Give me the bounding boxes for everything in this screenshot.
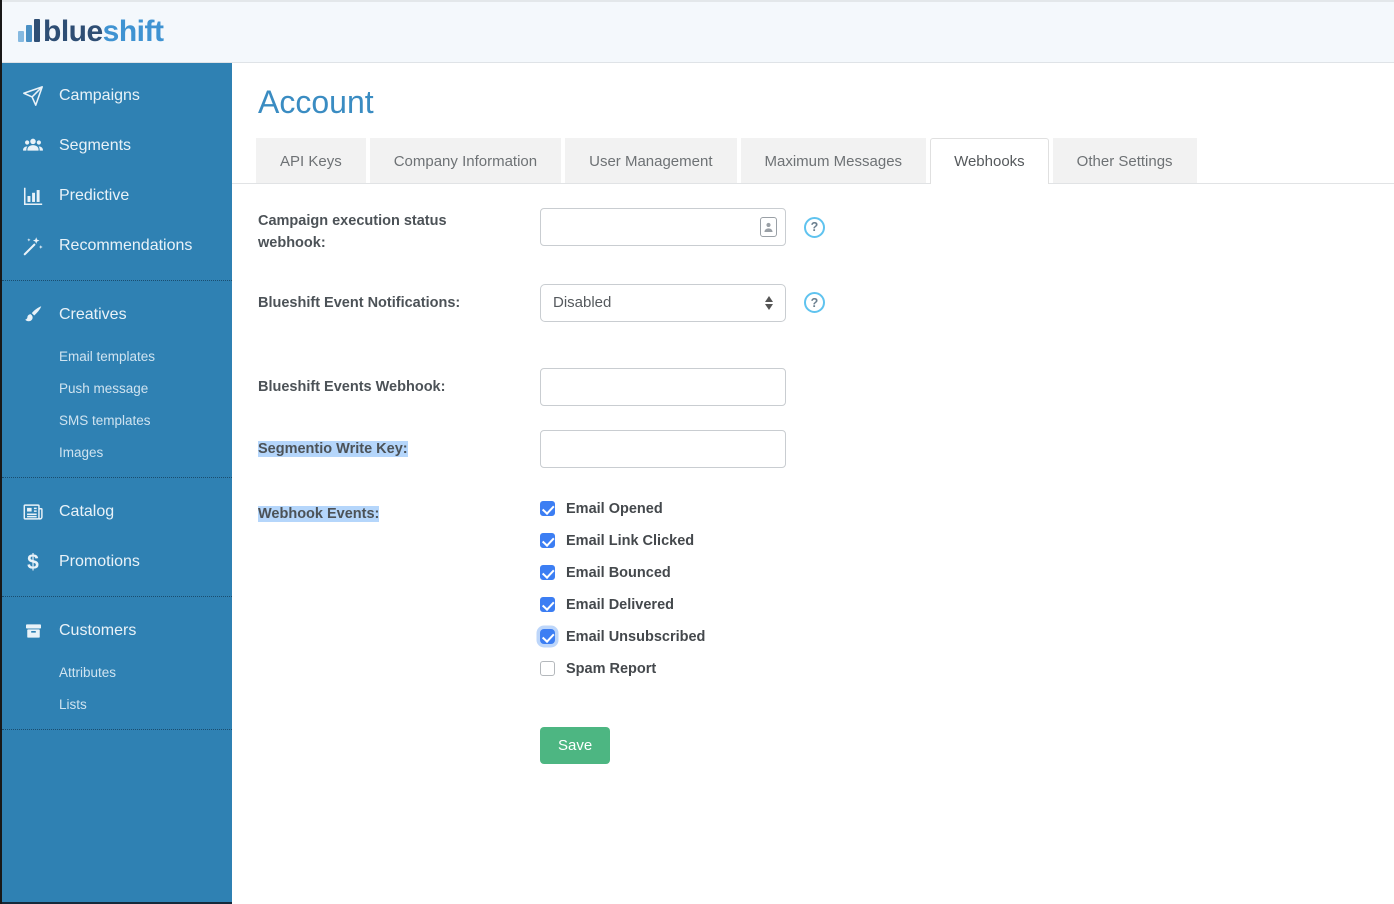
archive-box-icon [20,620,46,642]
sidebar-item-promotions[interactable]: $ Promotions [2,537,232,587]
highlighted-label: Segmentio Write Key: [258,441,408,457]
app-window: blueshift Campaigns Segments Predictive [0,0,1394,904]
sidebar-item-campaigns[interactable]: Campaigns [2,71,232,121]
sidebar-item-label: Customers [59,622,136,640]
segmentio-key-input[interactable] [540,430,786,468]
users-icon [20,135,46,157]
sidebar-item-recommendations[interactable]: Recommendations [2,221,232,271]
bar-chart-logo-icon [18,19,40,42]
checkbox-row-spam-report: Spam Report [540,661,705,677]
sidebar-item-attributes[interactable]: Attributes [2,656,232,688]
help-icon[interactable]: ? [804,217,825,238]
sidebar-item-label: Promotions [59,553,140,571]
sidebar-item-email-templates[interactable]: Email templates [2,340,232,372]
sidebar-item-predictive[interactable]: Predictive [2,171,232,221]
field-label: Campaign execution status webhook: [258,210,540,255]
field-campaign-webhook: Campaign execution status webhook: ? [258,208,1394,255]
tab-api-keys[interactable]: API Keys [256,138,366,183]
spam-report-checkbox[interactable] [540,661,555,676]
sidebar-sub-label: Push message [59,381,148,396]
checkbox-label: Email Link Clicked [566,533,694,549]
account-tabs: API Keys Company Information User Manage… [232,138,1394,184]
save-button[interactable]: Save [540,727,610,764]
paint-brush-icon [20,304,46,326]
sidebar-sub-label: SMS templates [59,413,151,428]
sidebar-divider [2,280,232,281]
logo-text-blue: blue [43,15,103,48]
sidebar-divider [2,596,232,597]
sidebar-item-customers[interactable]: Customers [2,606,232,656]
help-icon[interactable]: ? [804,292,825,313]
sidebar-item-label: Segments [59,137,131,155]
field-label: Blueshift Event Notifications: [258,292,540,314]
field-label: Webhook Events: [258,503,540,525]
email-opened-checkbox[interactable] [540,501,555,516]
sidebar-item-creatives[interactable]: Creatives [2,290,232,340]
sidebar-item-sms-templates[interactable]: SMS templates [2,404,232,436]
magic-wand-icon [20,235,46,257]
sidebar-item-push-message[interactable]: Push message [2,372,232,404]
email-link-clicked-checkbox[interactable] [540,533,555,548]
checkbox-row-email-delivered: Email Delivered [540,597,705,613]
tab-user-management[interactable]: User Management [565,138,736,183]
checkbox-label: Email Unsubscribed [566,629,705,645]
email-bounced-checkbox[interactable] [540,565,555,580]
field-webhook-events: Webhook Events: Email Opened Email Link … [258,501,1394,764]
checkbox-row-email-bounced: Email Bounced [540,565,705,581]
field-label: Segmentio Write Key: [258,438,540,460]
webhook-events-list: Email Opened Email Link Clicked Email Bo… [540,501,705,764]
logo-text-shift: shift [103,15,164,48]
campaign-webhook-input[interactable] [540,208,786,246]
email-unsubscribed-checkbox[interactable] [540,629,555,644]
sidebar-item-label: Catalog [59,503,114,521]
checkbox-label: Spam Report [566,661,656,677]
sidebar-item-label: Recommendations [59,237,192,255]
field-segmentio-key: Segmentio Write Key: [258,430,1394,468]
sidebar-sub-label: Attributes [59,665,116,680]
select-stepper-icon [765,296,773,310]
tab-other-settings[interactable]: Other Settings [1053,138,1197,183]
field-label: Blueshift Events Webhook: [258,376,540,398]
tab-webhooks[interactable]: Webhooks [930,138,1049,184]
sidebar-item-label: Campaigns [59,87,140,105]
main-content: Account API Keys Company Information Use… [232,64,1394,904]
sidebar-sub-label: Email templates [59,349,155,364]
sidebar-divider [2,729,232,730]
sidebar-item-images[interactable]: Images [2,436,232,468]
sidebar-item-label: Creatives [59,306,127,324]
sidebar-item-segments[interactable]: Segments [2,121,232,171]
blueshift-logo[interactable]: blueshift [18,17,164,47]
sidebar-sub-label: Lists [59,697,87,712]
checkbox-label: Email Opened [566,501,663,517]
sidebar-divider [2,477,232,478]
events-webhook-input[interactable] [540,368,786,406]
autofill-contact-icon[interactable] [760,217,777,237]
sidebar-nav: Campaigns Segments Predictive Recommenda… [2,63,232,904]
page-title: Account [258,84,1394,121]
bar-chart-icon [20,185,46,207]
checkbox-row-email-unsubscribed: Email Unsubscribed [540,629,705,645]
sidebar-sub-label: Images [59,445,103,460]
checkbox-label: Email Delivered [566,597,674,613]
tab-company-information[interactable]: Company Information [370,138,561,183]
top-header: blueshift [2,0,1394,63]
select-value: Disabled [553,294,611,311]
checkbox-row-email-link-clicked: Email Link Clicked [540,533,705,549]
webhooks-form: Campaign execution status webhook: ? Blu… [232,184,1394,764]
sidebar-item-catalog[interactable]: Catalog [2,487,232,537]
sidebar-item-label: Predictive [59,187,129,205]
field-events-webhook: Blueshift Events Webhook: [258,368,1394,406]
email-delivered-checkbox[interactable] [540,597,555,612]
newspaper-icon [20,501,46,523]
highlighted-label: Webhook Events: [258,506,379,522]
checkbox-row-email-opened: Email Opened [540,501,705,517]
event-notifications-select[interactable]: Disabled [540,284,786,322]
checkbox-label: Email Bounced [566,565,671,581]
field-event-notifications: Blueshift Event Notifications: Disabled … [258,284,1394,322]
sidebar-item-lists[interactable]: Lists [2,688,232,720]
paper-plane-icon [20,85,46,107]
tab-maximum-messages[interactable]: Maximum Messages [741,138,927,183]
dollar-icon: $ [20,551,46,573]
